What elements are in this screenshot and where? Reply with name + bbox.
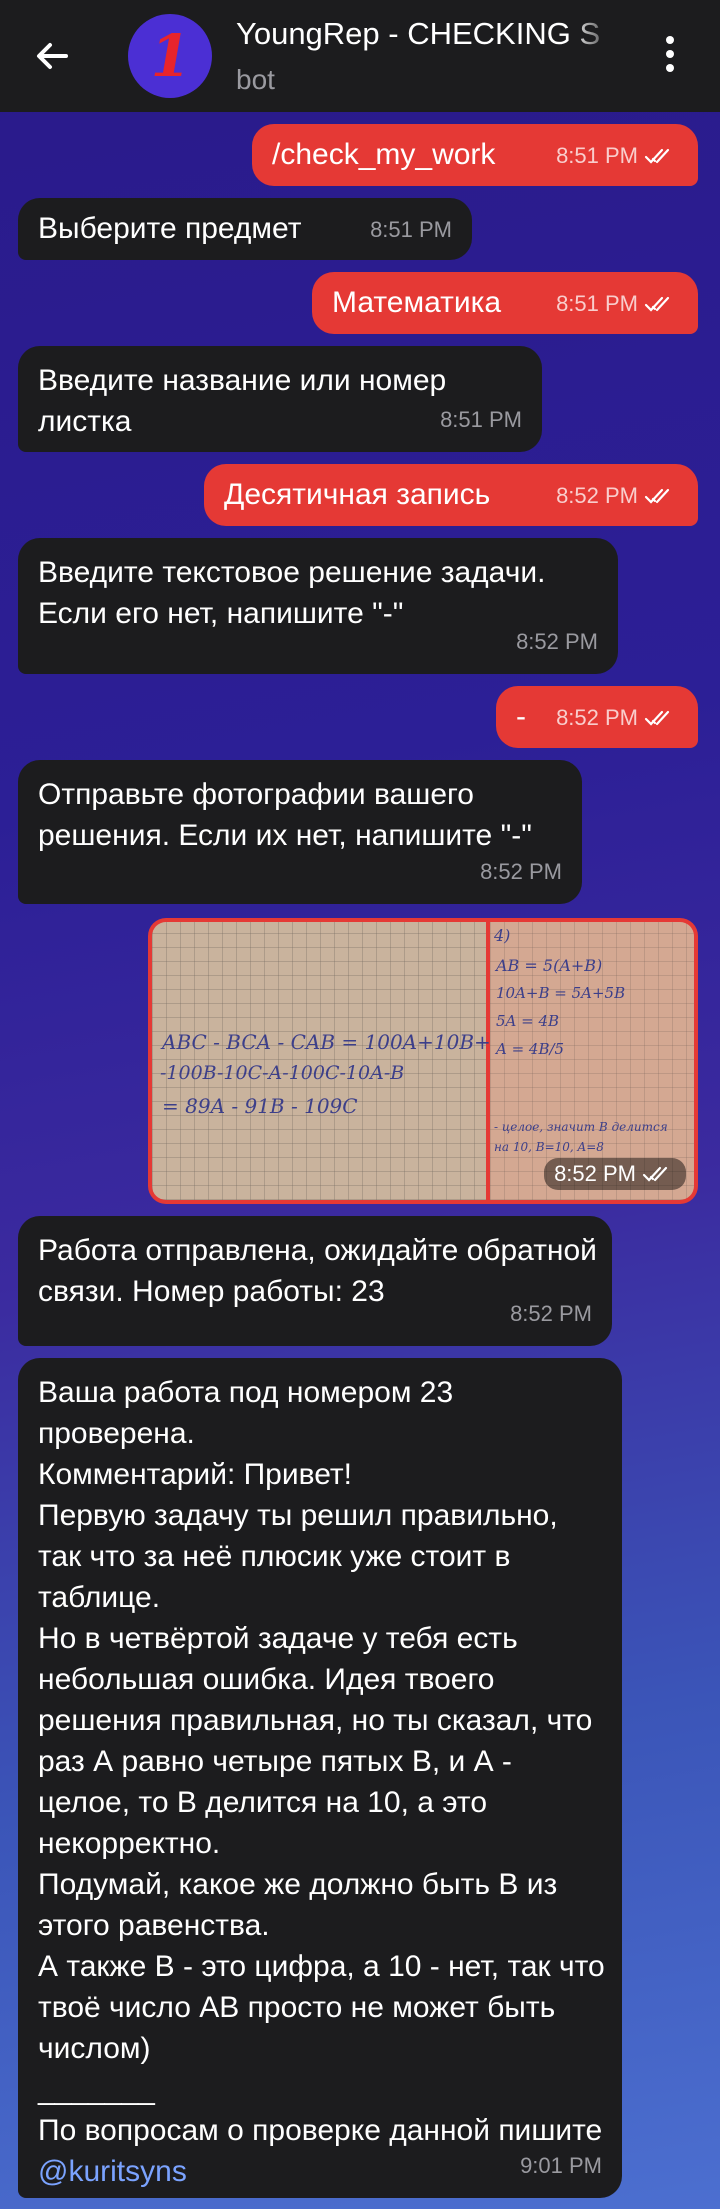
message-time: 8:51 PM bbox=[370, 217, 452, 242]
message-meta: 8:51 PM bbox=[370, 209, 452, 250]
message-text: Введите название или номер листка bbox=[38, 364, 455, 438]
message-meta: 8:52 PM bbox=[516, 621, 598, 662]
avatar-logo-icon: 1 bbox=[143, 22, 197, 90]
double-check-icon bbox=[644, 710, 670, 726]
handwritten-line: - целое, значит B делится bbox=[494, 1120, 668, 1134]
message-meta: 9:01 PM bbox=[520, 2145, 602, 2186]
message-time: 8:52 PM bbox=[510, 1301, 592, 1326]
chat-header: 1 YoungRep - CHECKING S bot bbox=[0, 0, 720, 112]
double-check-icon bbox=[644, 148, 670, 164]
message-outgoing[interactable]: /check_my_work 8:51 PM bbox=[252, 124, 698, 186]
message-incoming[interactable]: Ваша работа под номером 23 проверена. Ко… bbox=[18, 1358, 622, 2198]
handwritten-line: 10A+B = 5A+5B bbox=[496, 984, 626, 1002]
message-meta: 8:52 PM bbox=[510, 1293, 592, 1334]
message-text: /check_my_work bbox=[272, 138, 496, 171]
handwritten-line: = 89A - 91B - 109C bbox=[162, 1094, 358, 1118]
solution-photo-1[interactable]: ABC - BCA - CAB = 100A+10B+C -100B-10C-A… bbox=[152, 922, 506, 1200]
review-text: Ваша работа под номером 23 проверена. Ко… bbox=[38, 1376, 605, 2147]
message-text: Отправьте фотографии вашего решения. Есл… bbox=[38, 778, 532, 852]
chat-subtitle: bot bbox=[236, 64, 275, 95]
back-arrow-icon[interactable] bbox=[30, 34, 74, 78]
message-time: 8:52 PM bbox=[516, 629, 598, 654]
message-text: Десятичная запись bbox=[224, 478, 491, 511]
message-time: 8:52 PM bbox=[480, 859, 562, 884]
chat-title[interactable]: YoungRep - CHECKING S bbox=[236, 16, 616, 52]
message-time: 8:52 PM bbox=[556, 483, 638, 508]
double-check-icon bbox=[642, 1166, 668, 1182]
message-incoming[interactable]: Отправьте фотографии вашего решения. Есл… bbox=[18, 760, 582, 904]
photo-album-message[interactable]: ABC - BCA - CAB = 100A+10B+C -100B-10C-A… bbox=[148, 918, 698, 1204]
double-check-icon bbox=[644, 488, 670, 504]
username-link[interactable]: @kuritsyns bbox=[38, 2155, 187, 2188]
message-text: Ваша работа под номером 23 проверена. Ко… bbox=[38, 1372, 608, 2192]
handwritten-line: -100B-10C-A-100C-10A-B bbox=[160, 1062, 405, 1084]
message-outgoing[interactable]: Десятичная запись 8:52 PM bbox=[204, 464, 698, 526]
message-time: 8:51 PM bbox=[440, 407, 522, 432]
message-time: 8:51 PM bbox=[556, 291, 638, 316]
message-time: 8:52 PM bbox=[554, 1161, 636, 1186]
handwritten-line: 5A = 4B bbox=[496, 1012, 560, 1030]
message-time: 9:01 PM bbox=[520, 2153, 602, 2178]
message-text: - bbox=[516, 700, 526, 733]
more-menu-icon[interactable] bbox=[662, 36, 678, 76]
message-time: 8:51 PM bbox=[556, 143, 638, 168]
message-meta: 8:52 PM bbox=[556, 697, 678, 738]
message-meta: 8:52 PM bbox=[556, 475, 678, 516]
message-text: Выберите предмет bbox=[38, 212, 302, 245]
handwritten-line: на 10, B=10, A=8 bbox=[494, 1140, 604, 1154]
message-meta: 8:52 PM bbox=[480, 851, 562, 892]
handwritten-line: AB = 5(A+B) bbox=[496, 956, 603, 975]
handwritten-line: 4) bbox=[494, 926, 511, 945]
avatar[interactable]: 1 bbox=[128, 14, 212, 98]
handwritten-line: A = 4B/5 bbox=[496, 1040, 565, 1058]
message-incoming[interactable]: Работа отправлена, ожидайте обратной свя… bbox=[18, 1216, 612, 1346]
message-incoming[interactable]: Выберите предмет 8:51 PM bbox=[18, 198, 472, 260]
message-incoming[interactable]: Введите текстовое решение задачи. Если е… bbox=[18, 538, 618, 674]
message-meta: 8:51 PM bbox=[556, 283, 678, 324]
handwritten-line: ABC - BCA - CAB = 100A+10B+C bbox=[162, 1030, 507, 1054]
message-incoming[interactable]: Введите название или номер листка 8:51 P… bbox=[18, 346, 542, 452]
message-time: 8:52 PM bbox=[556, 705, 638, 730]
double-check-icon bbox=[644, 296, 670, 312]
message-meta: 8:52 PM bbox=[544, 1158, 686, 1190]
message-outgoing[interactable]: - 8:52 PM bbox=[496, 686, 698, 748]
message-meta: 8:51 PM bbox=[440, 399, 522, 440]
message-outgoing[interactable]: Математика 8:51 PM bbox=[312, 272, 698, 334]
message-meta: 8:51 PM bbox=[556, 135, 678, 176]
message-text: Математика bbox=[332, 286, 502, 319]
